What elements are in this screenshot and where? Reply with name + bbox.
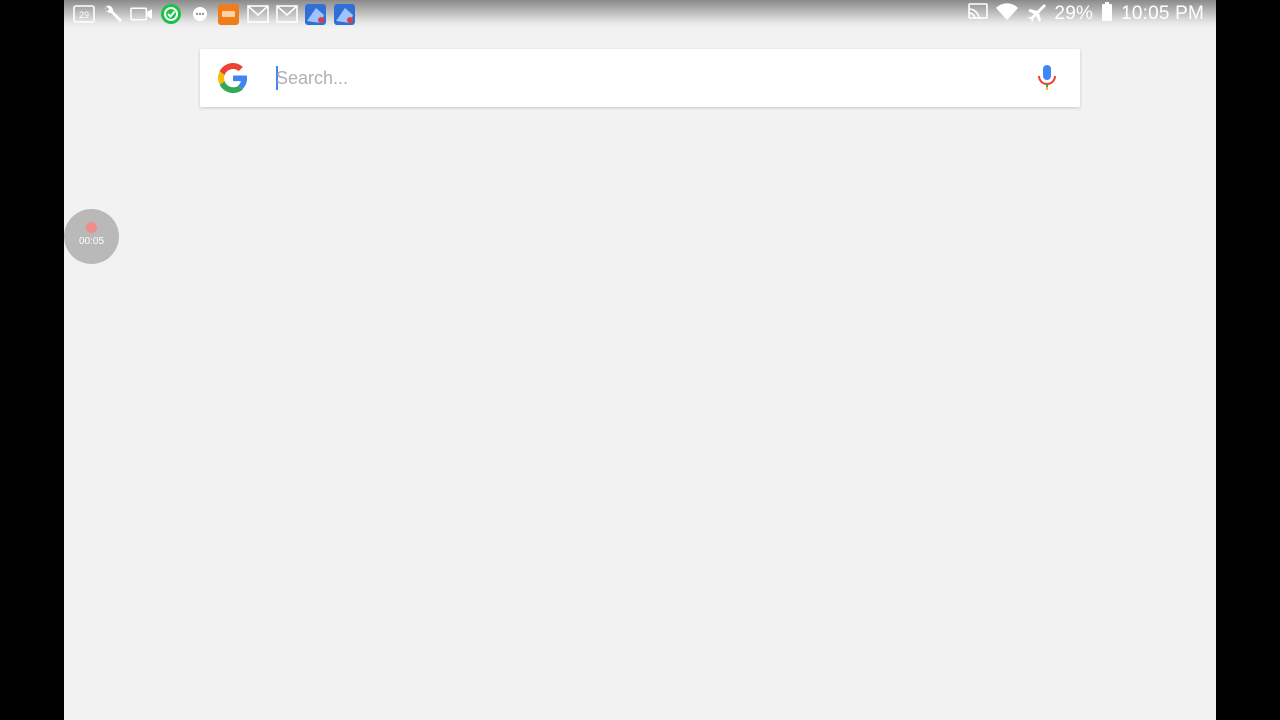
search-bar[interactable] xyxy=(200,49,1080,107)
microphone-icon[interactable] xyxy=(1034,64,1060,92)
phone-screen: 29 29% 10:05 PM Search... 00:05 xyxy=(64,0,1216,720)
green-app-icon xyxy=(159,3,182,26)
recorder-elapsed-time: 00:05 xyxy=(78,236,105,247)
gmail-icon xyxy=(275,3,298,26)
wrench-icon xyxy=(101,3,124,26)
cast-icon xyxy=(968,2,989,26)
system-icons: 29% 10:05 PM xyxy=(968,1,1204,27)
clock: 10:05 PM xyxy=(1121,3,1204,24)
battery-percent: 29% xyxy=(1054,3,1094,24)
record-dot-icon xyxy=(86,222,97,233)
battery-icon xyxy=(1101,1,1113,27)
svg-text:29: 29 xyxy=(78,10,88,20)
google-g-icon xyxy=(218,63,248,93)
search-input[interactable] xyxy=(276,61,1016,95)
calendar-icon: 29 xyxy=(72,3,95,26)
wifi-icon xyxy=(996,2,1019,26)
status-bar: 29 29% 10:05 PM xyxy=(64,0,1216,28)
airplane-mode-icon xyxy=(1026,2,1047,27)
notification-icons: 29 xyxy=(72,2,356,26)
video-camera-icon xyxy=(130,3,153,26)
game-app-icon xyxy=(304,3,327,26)
chat-bubble-icon xyxy=(188,3,211,26)
game-app-icon xyxy=(333,3,356,26)
orange-app-icon xyxy=(217,3,240,26)
screen-recorder-bubble[interactable]: 00:05 xyxy=(64,209,119,264)
gmail-icon xyxy=(246,3,269,26)
